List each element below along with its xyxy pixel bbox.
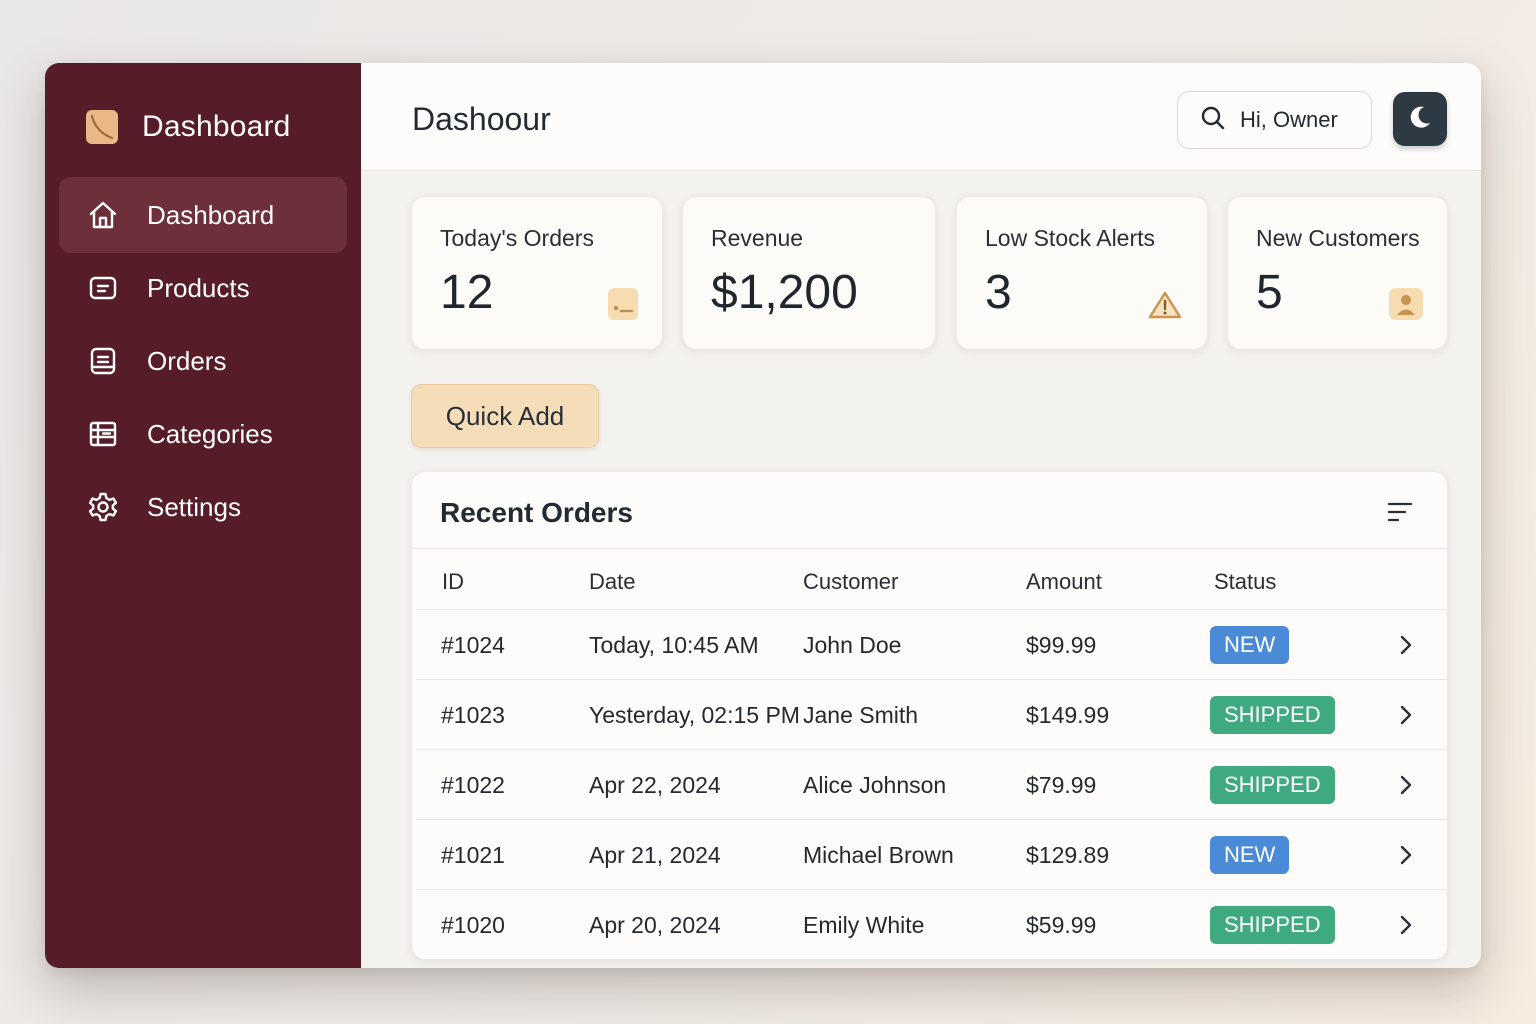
filter-icon[interactable] [1387,500,1413,529]
page-title: Dashoour [412,101,551,137]
column-header-id: ID [442,569,464,594]
warning-icon [1147,290,1183,325]
status-badge: SHIPPED [1210,766,1335,804]
order-amount: $99.99 [1026,632,1097,658]
column-header-date: Date [589,569,636,594]
products-icon [86,271,120,305]
sidebar-item-label: Orders [147,345,227,376]
order-amount: $149.99 [1026,702,1110,728]
gear-icon [86,490,120,524]
order-date: Apr 21, 2024 [589,842,721,868]
order-customer: Alice Johnson [803,772,947,798]
order-customer: Jane Smith [803,702,919,728]
order-customer: Michael Brown [803,842,954,868]
column-header-customer: Customer [803,569,899,594]
stat-value: $1,200 [711,266,858,319]
status-badge: SHIPPED [1210,696,1335,734]
greeting-text: Hi, Owner [1240,107,1338,132]
chevron-right-icon[interactable] [1399,914,1413,941]
sidebar-item-settings[interactable]: Settings [59,469,347,545]
order-amount: $129.89 [1026,842,1110,868]
stat-card-revenue[interactable]: Revenue $1,200 [682,196,936,350]
sidebar-nav: Dashboard Products Orders Categories Set… [59,177,347,542]
status-badge: NEW [1210,836,1290,874]
order-date: Apr 20, 2024 [589,912,721,938]
sidebar-item-label: Dashboard [147,199,275,230]
status-badge: SHIPPED [1210,906,1335,944]
divider [412,548,1447,549]
terminal-icon [608,288,638,325]
chevron-right-icon[interactable] [1399,704,1413,731]
order-id: #1023 [441,702,505,728]
order-customer: John Doe [803,632,902,658]
stat-card-low-stock[interactable]: Low Stock Alerts 3 [956,196,1208,350]
order-date: Today, 10:45 AM [589,632,759,658]
table-row[interactable]: #1021 Apr 21, 2024 Michael Brown $129.89… [416,819,1447,889]
stat-label: Revenue [711,225,804,251]
column-header-amount: Amount [1026,569,1102,594]
sidebar-item-categories[interactable]: Categories [59,396,347,472]
orders-icon [86,344,120,378]
moon-icon [1407,104,1433,135]
sidebar-item-label: Categories [147,418,273,449]
chevron-right-icon[interactable] [1399,844,1413,871]
table-row[interactable]: #1022 Apr 22, 2024 Alice Johnson $79.99 … [416,749,1447,819]
order-id: #1024 [441,632,505,658]
stat-card-todays-orders[interactable]: Today's Orders 12 [411,196,663,350]
order-date: Yesterday, 02:15 PM [589,702,800,728]
order-amount: $79.99 [1026,772,1097,798]
sidebar-item-label: Products [147,272,250,303]
brand-logo-icon [86,110,118,144]
recent-orders-card: Recent Orders ID Date Customer Amount St… [411,471,1448,960]
sidebar-item-products[interactable]: Products [59,250,347,326]
theme-toggle-button[interactable] [1393,92,1447,146]
order-id: #1020 [441,912,505,938]
order-id: #1022 [441,772,505,798]
categories-icon [86,417,120,451]
stat-value: 5 [1256,266,1283,319]
sidebar-item-orders[interactable]: Orders [59,323,347,399]
brand-title: Dashboard [142,110,291,143]
home-icon [86,198,120,232]
search-input[interactable]: Hi, Owner [1177,91,1372,149]
search-icon [1200,105,1226,136]
stat-card-new-customers[interactable]: New Customers 5 [1227,196,1448,350]
table-row[interactable]: #1024 Today, 10:45 AM John Doe $99.99 NE… [416,609,1447,679]
order-customer: Emily White [803,912,925,938]
column-header-status: Status [1214,569,1277,594]
chevron-right-icon[interactable] [1399,774,1413,801]
table-row[interactable]: #1023 Yesterday, 02:15 PM Jane Smith $14… [416,679,1447,749]
stat-label: Low Stock Alerts [985,225,1156,251]
order-amount: $59.99 [1026,912,1097,938]
topbar: Dashoour Hi, Owner [361,63,1481,171]
app-window: Dashboard Dashboard Products Orders Cate… [45,63,1481,968]
chevron-right-icon[interactable] [1399,634,1413,661]
stat-label: Today's Orders [440,225,594,251]
order-date: Apr 22, 2024 [589,772,721,798]
status-badge: NEW [1210,626,1290,664]
stat-value: 3 [985,266,1012,319]
sidebar-item-dashboard[interactable]: Dashboard [59,177,347,253]
quick-add-button[interactable]: Quick Add [411,384,599,448]
sidebar: Dashboard Dashboard Products Orders Cate… [45,63,361,968]
brand[interactable]: Dashboard [86,110,291,144]
main-content: Dashoour Hi, Owner Today's Orders 12 Rev… [361,63,1481,968]
stat-label: New Customers [1256,225,1420,251]
orders-title: Recent Orders [440,497,633,528]
user-icon [1389,288,1423,325]
table-row[interactable]: #1020 Apr 20, 2024 Emily White $59.99 SH… [416,889,1447,959]
stat-value: 12 [440,266,494,319]
sidebar-item-label: Settings [147,491,241,522]
order-id: #1021 [441,842,505,868]
